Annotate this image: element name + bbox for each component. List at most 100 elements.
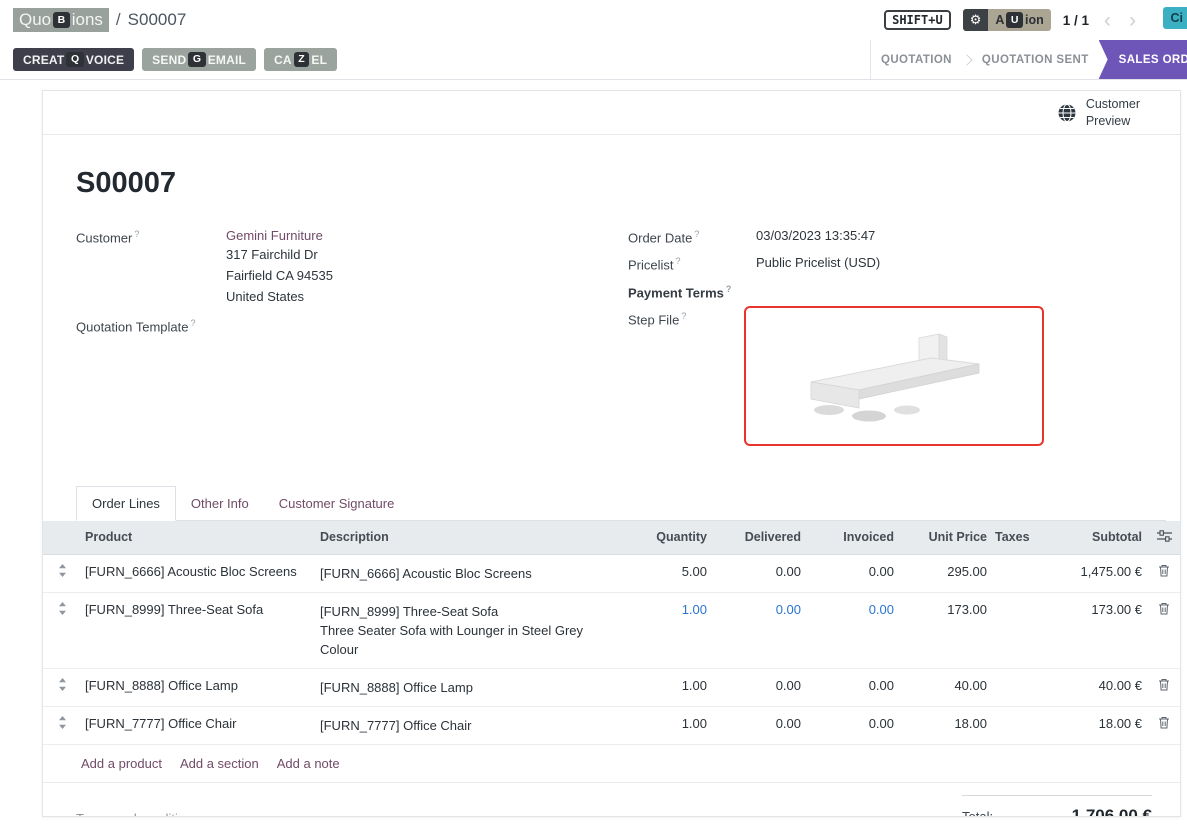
action-label-text: A	[995, 13, 1004, 27]
column-header-quantity[interactable]: Quantity	[611, 521, 711, 555]
customer-link[interactable]: Gemini Furniture	[226, 228, 323, 243]
tab-order-lines[interactable]: Order Lines	[76, 486, 176, 521]
drag-handle-icon[interactable]	[58, 716, 67, 729]
send-email-button[interactable]: SEND G EMAIL	[142, 48, 256, 72]
order-date-value[interactable]: 03/03/2023 13:35:47	[756, 228, 875, 243]
column-header-product[interactable]: Product	[81, 521, 316, 555]
optional-columns-icon[interactable]	[1157, 530, 1172, 542]
status-step-quotation-sent[interactable]: QUOTATION SENT	[972, 40, 1099, 79]
table-row[interactable]: [FURN_7777] Office Chair [FURN_7777] Off…	[43, 706, 1181, 744]
cell-unit-price[interactable]: 295.00	[898, 554, 991, 592]
action-menu-button[interactable]: ⚙ A U ion	[963, 9, 1051, 31]
cell-taxes[interactable]	[991, 668, 1039, 706]
cell-product[interactable]: [FURN_7777] Office Chair	[81, 706, 316, 744]
pricelist-field-row: Pricelist? Public Pricelist (USD)	[628, 255, 1166, 272]
cell-delivered[interactable]: 0.00	[711, 706, 805, 744]
step-file-3d-preview	[779, 320, 1009, 432]
cancel-button[interactable]: CA Z EL	[264, 48, 337, 72]
pricelist-value[interactable]: Public Pricelist (USD)	[756, 255, 880, 270]
pager-next-icon[interactable]: ›	[1126, 10, 1139, 31]
label-text: Order Date	[628, 230, 692, 245]
cell-invoiced[interactable]: 0.00	[805, 554, 898, 592]
customer-preview-button[interactable]: Customer Preview	[1057, 96, 1140, 129]
order-date-label: Order Date?	[628, 228, 756, 245]
terms-and-conditions-input[interactable]: Terms and conditions...	[76, 811, 210, 817]
help-icon[interactable]: ?	[676, 256, 681, 266]
cell-quantity[interactable]: 1.00	[611, 668, 711, 706]
cell-invoiced[interactable]: 0.00	[805, 668, 898, 706]
drag-handle-cell	[43, 592, 81, 668]
cell-quantity[interactable]: 1.00	[611, 592, 711, 668]
cell-delivered[interactable]: 0.00	[711, 554, 805, 592]
help-icon[interactable]: ?	[726, 284, 732, 294]
table-row[interactable]: [FURN_8999] Three-Seat Sofa [FURN_8999] …	[43, 592, 1181, 668]
quotation-template-label: Quotation Template?	[76, 317, 226, 334]
tab-other-info[interactable]: Other Info	[176, 487, 264, 520]
cell-delivered[interactable]: 0.00	[711, 668, 805, 706]
step-file-label: Step File?	[628, 310, 756, 327]
drag-handle-icon[interactable]	[58, 602, 67, 615]
cell-taxes[interactable]	[991, 554, 1039, 592]
table-row[interactable]: [FURN_6666] Acoustic Bloc Screens [FURN_…	[43, 554, 1181, 592]
cell-invoiced[interactable]: 0.00	[805, 706, 898, 744]
drag-handle-icon[interactable]	[58, 564, 67, 577]
cell-product[interactable]: [FURN_6666] Acoustic Bloc Screens	[81, 554, 316, 592]
cell-unit-price[interactable]: 40.00	[898, 668, 991, 706]
column-header-taxes[interactable]: Taxes	[991, 521, 1039, 555]
action-menu-label: A U ion	[988, 9, 1050, 31]
cell-unit-price[interactable]: 18.00	[898, 706, 991, 744]
column-header-invoiced[interactable]: Invoiced	[805, 521, 898, 555]
cell-delivered[interactable]: 0.00	[711, 592, 805, 668]
status-step-quotation[interactable]: QUOTATION	[871, 40, 962, 79]
cell-taxes[interactable]	[991, 592, 1039, 668]
column-header-subtotal[interactable]: Subtotal	[1039, 521, 1146, 555]
cell-unit-price[interactable]: 173.00	[898, 592, 991, 668]
table-row[interactable]: [FURN_8888] Office Lamp [FURN_8888] Offi…	[43, 668, 1181, 706]
trash-icon[interactable]	[1158, 678, 1170, 691]
cell-product[interactable]: [FURN_8999] Three-Seat Sofa	[81, 592, 316, 668]
step-file-preview[interactable]	[744, 306, 1044, 446]
optional-columns-header	[1146, 521, 1181, 555]
cell-description[interactable]: [FURN_8999] Three-Seat Sofa Three Seater…	[316, 592, 611, 668]
add-note-link[interactable]: Add a note	[277, 756, 340, 771]
keyboard-shortcut-hint: SHIFT+U	[884, 10, 951, 30]
cell-quantity[interactable]: 5.00	[611, 554, 711, 592]
add-product-link[interactable]: Add a product	[81, 756, 162, 771]
form-sheet: S00007 Customer? Gemini Furniture 317 Fa…	[43, 135, 1180, 817]
trash-icon[interactable]	[1158, 564, 1170, 577]
cell-invoiced[interactable]: 0.00	[805, 592, 898, 668]
help-icon[interactable]: ?	[191, 318, 196, 328]
notebook-tabs: Order Lines Other Info Customer Signatur…	[76, 486, 1166, 521]
keyboard-hint-badge: Z	[294, 52, 310, 68]
breadcrumb-quotations-link[interactable]: Quo B ions	[13, 8, 109, 32]
column-header-delivered[interactable]: Delivered	[711, 521, 805, 555]
trash-icon[interactable]	[1158, 602, 1170, 615]
cell-description[interactable]: [FURN_8888] Office Lamp	[316, 668, 611, 706]
order-lines-table-wrap: Product Description Quantity Delivered I…	[43, 521, 1180, 745]
help-icon[interactable]: ?	[694, 229, 699, 239]
form-right-column: Order Date? 03/03/2023 13:35:47 Pricelis…	[628, 228, 1166, 456]
status-step-sales-order-active[interactable]: SALES ORDER	[1099, 40, 1187, 79]
trash-icon[interactable]	[1158, 716, 1170, 729]
drag-handle-icon[interactable]	[58, 678, 67, 691]
column-header-description[interactable]: Description	[316, 521, 611, 555]
chevron-right-icon	[961, 54, 972, 65]
form-left-column: Customer? Gemini Furniture 317 Fairchild…	[76, 228, 628, 456]
tab-customer-signature[interactable]: Customer Signature	[264, 487, 410, 520]
label-text: Pricelist	[628, 258, 674, 273]
column-header-unit-price[interactable]: Unit Price	[898, 521, 991, 555]
create-invoice-button[interactable]: CREAT Q VOICE	[13, 48, 134, 72]
cell-product[interactable]: [FURN_8888] Office Lamp	[81, 668, 316, 706]
cell-taxes[interactable]	[991, 706, 1039, 744]
pager-previous-icon[interactable]: ‹	[1101, 10, 1114, 31]
control-bar: CREAT Q VOICE SEND G EMAIL CA Z EL QUOTA…	[0, 40, 1187, 80]
help-icon[interactable]: ?	[681, 311, 686, 321]
card-header: Customer Preview	[43, 91, 1180, 135]
cell-description[interactable]: [FURN_6666] Acoustic Bloc Screens	[316, 554, 611, 592]
cell-quantity[interactable]: 1.00	[611, 706, 711, 744]
help-icon[interactable]: ?	[134, 229, 139, 239]
add-section-link[interactable]: Add a section	[180, 756, 259, 771]
cell-description[interactable]: [FURN_7777] Office Chair	[316, 706, 611, 744]
customer-preview-label: Customer Preview	[1086, 96, 1140, 129]
cell-subtotal: 173.00 €	[1039, 592, 1146, 668]
